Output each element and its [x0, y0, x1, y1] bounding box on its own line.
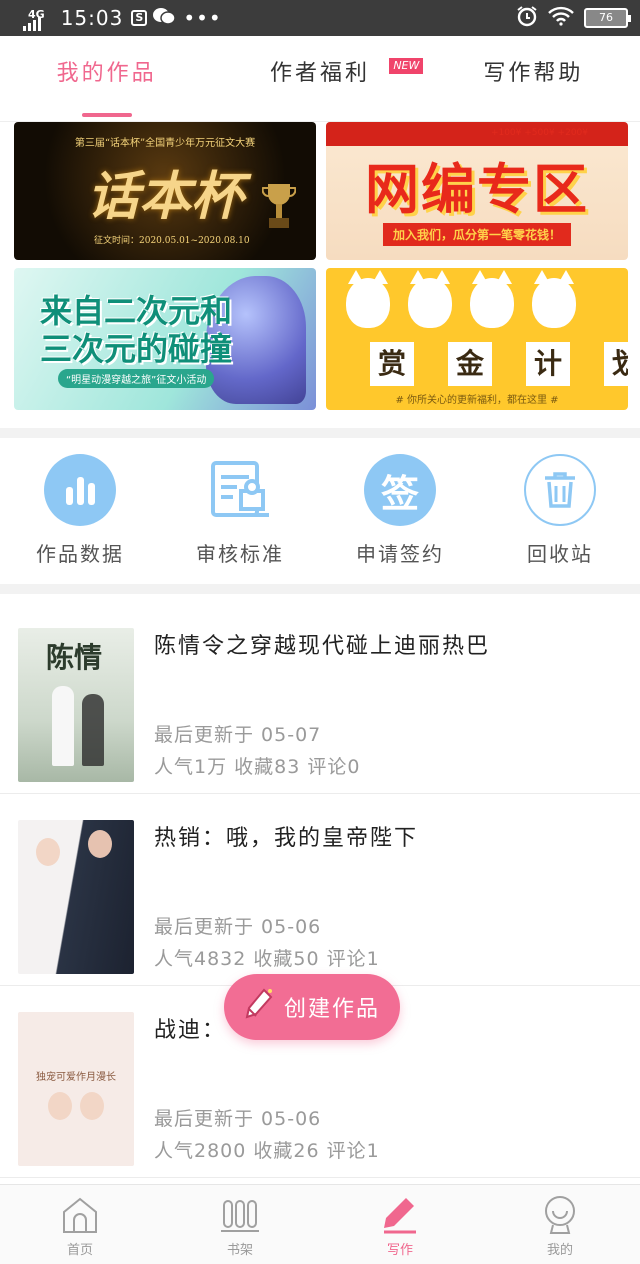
tool-apply-contract[interactable]: 签 申请签约: [320, 440, 480, 582]
cat-illustrations: [346, 270, 576, 328]
tool-work-data[interactable]: 作品数据: [0, 440, 160, 582]
work-updated: 最后更新于 05-06: [154, 916, 322, 938]
wechat-icon: [153, 6, 177, 30]
cat-icon: [346, 270, 390, 328]
work-cover: [18, 820, 134, 974]
bounty-char: 计: [526, 342, 570, 386]
battery-icon: 76: [584, 8, 631, 28]
nav-label: 我的: [546, 1243, 573, 1258]
banner-subtitle: “明星动漫穿越之旅”征文小活动: [58, 369, 215, 388]
work-stats: 人气1万 收藏83 评论0: [154, 756, 361, 778]
work-title: 战迪：: [154, 1018, 227, 1043]
cat-icon: [470, 270, 514, 328]
nav-bookshelf[interactable]: 书架: [160, 1185, 320, 1264]
cat-icon: [408, 270, 452, 328]
nav-label: 首页: [66, 1243, 93, 1258]
banner-huaben-cup[interactable]: 第三届“话本杯”全国青少年万元征文大赛 话本杯 征文时间：2020.05.01~…: [14, 122, 316, 260]
nav-label: 写作: [386, 1243, 413, 1258]
banner-subtitle: 第三届“话本杯”全国青少年万元征文大赛: [74, 138, 256, 149]
wifi-icon: [548, 6, 574, 31]
section-divider: [0, 584, 640, 594]
section-divider: [0, 428, 640, 438]
banner-title-line2: 三次元的碰撞: [40, 330, 233, 368]
nav-profile[interactable]: 我的: [480, 1185, 640, 1264]
pen-icon: [380, 1195, 420, 1235]
work-item[interactable]: 陈情 陈情令之穿越现代碰上迪丽热巴 最后更新于 05-07 人气1万 收藏83 …: [0, 602, 640, 794]
tab-my-works[interactable]: 我的作品: [0, 36, 213, 121]
bounty-title: 赏 金 计 划: [370, 342, 628, 386]
notification-app-icon: S: [131, 10, 148, 26]
work-stats: 人气2800 收藏26 评论1: [154, 1140, 380, 1162]
quick-tools: 作品数据 审核标准 签 申请签约 回收站: [0, 440, 640, 582]
bottom-nav: 首页 书架 写作 我的: [0, 1184, 640, 1264]
trash-icon: [524, 454, 596, 526]
more-notifications-icon: •••: [183, 6, 222, 30]
banner-footer: # 你所关心的更新福利，都在这里 #: [395, 395, 559, 406]
document-stamp-icon: [204, 454, 276, 526]
cover-face: [80, 1092, 104, 1120]
bounty-char: 金: [448, 342, 492, 386]
cover-figure: [52, 686, 74, 766]
clock: 15:03: [60, 6, 124, 30]
cover-calligraphy: 陈情: [46, 641, 103, 674]
home-icon: [60, 1195, 100, 1235]
banner-money: +100¥ +500¥ +200¥: [490, 128, 588, 138]
new-badge: NEW: [389, 58, 424, 74]
banner-anime-crossover[interactable]: 来自二次元和 三次元的碰撞 “明星动漫穿越之旅”征文小活动: [14, 268, 316, 410]
tab-author-benefits[interactable]: 作者福利 NEW: [213, 36, 426, 121]
tab-author-benefits-label: 作者福利: [269, 61, 370, 86]
sign-icon: 签: [364, 454, 436, 526]
tool-label: 审核标准: [196, 542, 284, 566]
work-stats: 人气4832 收藏50 评论1: [154, 948, 380, 970]
nav-home[interactable]: 首页: [0, 1185, 160, 1264]
work-title: 陈情令之穿越现代碰上迪丽热巴: [154, 634, 491, 659]
tool-recycle-bin[interactable]: 回收站: [480, 440, 640, 582]
cat-icon: [532, 270, 576, 328]
tab-my-works-label: 我的作品: [56, 61, 157, 86]
tool-review-standards[interactable]: 审核标准: [160, 440, 320, 582]
banner-ribbon: 加入我们，瓜分第一笔零花钱！: [382, 223, 572, 246]
tab-writing-help-label: 写作帮助: [483, 61, 584, 86]
create-work-label: 创建作品: [283, 997, 380, 1022]
work-cover: 陈情: [18, 628, 134, 782]
nav-label: 书架: [226, 1243, 253, 1258]
pencil-icon: [244, 987, 274, 1027]
cover-figure: [82, 694, 104, 766]
trophy-icon: [262, 184, 296, 228]
work-item[interactable]: 热销：哦，我的皇帝陛下 最后更新于 05-06 人气4832 收藏50 评论1: [0, 794, 640, 986]
sign-glyph: 签: [380, 471, 419, 516]
work-updated: 最后更新于 05-06: [154, 1108, 322, 1130]
profile-icon: [540, 1195, 580, 1235]
banner-title: 话本杯: [86, 165, 243, 227]
banner-title: 来自二次元和 三次元的碰撞: [40, 292, 232, 368]
signal-icon: [22, 17, 41, 31]
status-bar: 4G 15:03 S ••• 76: [0, 0, 640, 36]
bookshelf-icon: [220, 1195, 260, 1235]
alarm-icon: [516, 5, 538, 32]
cover-face: [36, 838, 60, 866]
top-tab-bar: 我的作品 作者福利 NEW 写作帮助: [0, 36, 640, 122]
cover-face: [88, 830, 112, 858]
banner-title: 网编专区: [365, 157, 589, 221]
cover-text: 独宠可爱作月漫长: [36, 1072, 116, 1083]
bounty-char: 赏: [370, 342, 414, 386]
work-title: 热销：哦，我的皇帝陛下: [154, 826, 419, 851]
create-work-button[interactable]: 创建作品: [224, 974, 400, 1040]
banner-date: 征文时间：2020.05.01~2020.08.10: [94, 236, 250, 246]
active-tab-indicator: [81, 113, 132, 117]
work-cover: 独宠可爱作月漫长: [18, 1012, 134, 1166]
tool-label: 回收站: [527, 542, 593, 566]
banner-bounty-plan[interactable]: 赏 金 计 划 # 你所关心的更新福利，都在这里 #: [326, 268, 628, 410]
banner-title-line1: 来自二次元和: [40, 292, 233, 330]
tool-label: 申请签约: [356, 542, 444, 566]
cover-face: [48, 1092, 72, 1120]
tab-writing-help[interactable]: 写作帮助: [427, 36, 640, 121]
work-updated: 最后更新于 05-07: [154, 724, 322, 746]
bar-chart-icon: [44, 454, 116, 526]
bounty-char: 划: [604, 342, 628, 386]
banner-web-editor-zone[interactable]: +100¥ +500¥ +200¥ 网编专区 加入我们，瓜分第一笔零花钱！: [326, 122, 628, 260]
nav-write[interactable]: 写作: [320, 1185, 480, 1264]
tool-label: 作品数据: [36, 542, 124, 566]
